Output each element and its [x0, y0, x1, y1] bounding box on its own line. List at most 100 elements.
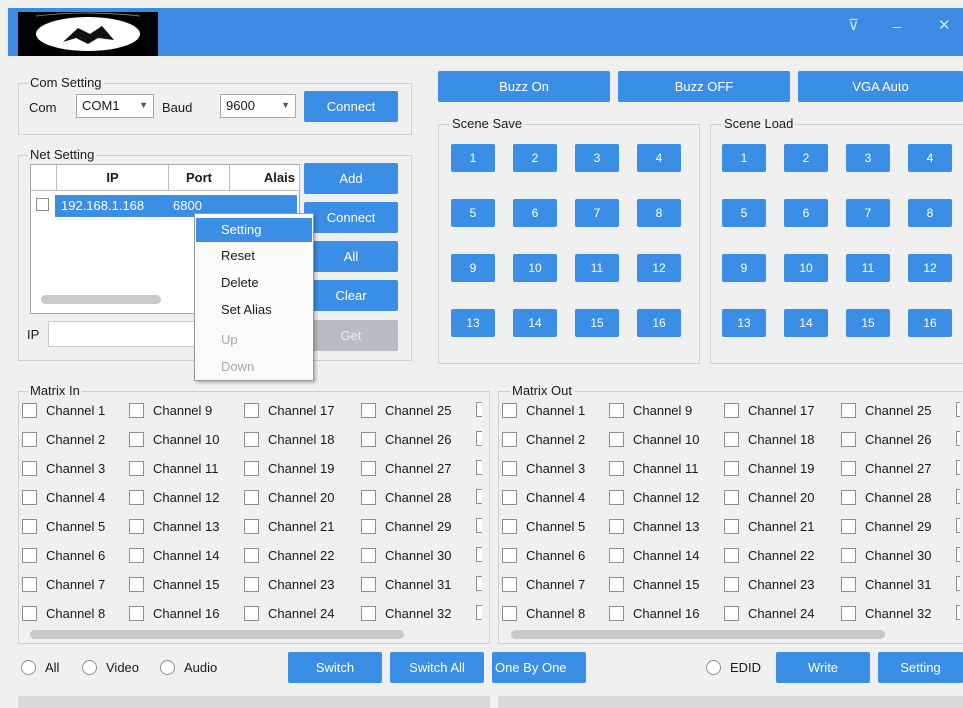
matrix-out-scrollbar[interactable]: [511, 630, 885, 639]
checkbox[interactable]: [476, 605, 482, 620]
checkbox[interactable]: [956, 547, 960, 562]
radio-all[interactable]: [21, 660, 36, 675]
checkbox[interactable]: [841, 518, 856, 534]
checkbox[interactable]: [502, 547, 517, 563]
checkbox[interactable]: [724, 460, 739, 476]
scene-save-button-11[interactable]: 11: [575, 254, 619, 282]
radio-video[interactable]: [82, 660, 97, 675]
matrix-out-channel-21[interactable]: Channel 21: [724, 515, 815, 537]
checkbox[interactable]: [476, 402, 482, 417]
matrix-in-channel-18[interactable]: Channel 18: [244, 428, 335, 450]
checkbox[interactable]: [502, 605, 517, 621]
checkbox[interactable]: [361, 605, 376, 621]
scene-load-button-8[interactable]: 8: [908, 199, 952, 227]
matrix-out-channel-32[interactable]: Channel 32: [841, 602, 932, 624]
add-button[interactable]: Add: [304, 163, 398, 194]
matrix-out-channel-2[interactable]: Channel 2: [502, 428, 585, 450]
checkbox[interactable]: [361, 518, 376, 534]
checkbox[interactable]: [22, 518, 37, 534]
checkbox[interactable]: [724, 576, 739, 592]
scene-load-button-11[interactable]: 11: [846, 254, 890, 282]
vga-auto-button[interactable]: VGA Auto: [798, 71, 963, 102]
one-by-one-button[interactable]: One By One: [492, 652, 586, 683]
checkbox[interactable]: [361, 431, 376, 447]
checkbox[interactable]: [502, 576, 517, 592]
scene-load-button-2[interactable]: 2: [784, 144, 828, 172]
matrix-in-channel-26[interactable]: Channel 26: [361, 428, 452, 450]
scene-load-button-1[interactable]: 1: [722, 144, 766, 172]
matrix-in-channel-27[interactable]: Channel 27: [361, 457, 452, 479]
matrix-in-channel-24[interactable]: Channel 24: [244, 602, 335, 624]
checkbox[interactable]: [129, 576, 144, 592]
checkbox[interactable]: [22, 431, 37, 447]
matrix-in-scrollbar[interactable]: [30, 630, 404, 639]
scene-save-button-1[interactable]: 1: [451, 144, 495, 172]
scene-save-button-10[interactable]: 10: [513, 254, 557, 282]
checkbox[interactable]: [841, 402, 856, 418]
checkbox[interactable]: [244, 402, 259, 418]
matrix-in-channel-22[interactable]: Channel 22: [244, 544, 335, 566]
get-button[interactable]: Get: [304, 320, 398, 351]
scene-save-button-4[interactable]: 4: [637, 144, 681, 172]
checkbox[interactable]: [22, 547, 37, 563]
scene-load-button-15[interactable]: 15: [846, 309, 890, 337]
menu-item-reset[interactable]: Reset: [196, 244, 312, 268]
menu-item-delete[interactable]: Delete: [196, 271, 312, 295]
scene-save-button-15[interactable]: 15: [575, 309, 619, 337]
matrix-out-channel-10[interactable]: Channel 10: [609, 428, 700, 450]
matrix-out-channel-15[interactable]: Channel 15: [609, 573, 700, 595]
matrix-in-channel-28[interactable]: Channel 28: [361, 486, 452, 508]
scene-load-button-14[interactable]: 14: [784, 309, 828, 337]
checkbox[interactable]: [724, 518, 739, 534]
baud-select[interactable]: 9600 ▼: [220, 94, 296, 118]
scene-load-button-9[interactable]: 9: [722, 254, 766, 282]
radio-audio[interactable]: [160, 660, 175, 675]
matrix-out-channel-13[interactable]: Channel 13: [609, 515, 700, 537]
matrix-in-channel-25[interactable]: Channel 25: [361, 399, 452, 421]
checkbox[interactable]: [129, 431, 144, 447]
checkbox[interactable]: [244, 547, 259, 563]
matrix-in-channel-21[interactable]: Channel 21: [244, 515, 335, 537]
checkbox[interactable]: [724, 431, 739, 447]
matrix-in-channel-14[interactable]: Channel 14: [129, 544, 220, 566]
checkbox[interactable]: [841, 489, 856, 505]
checkbox[interactable]: [609, 576, 624, 592]
row-checkbox[interactable]: [36, 198, 49, 211]
checkbox[interactable]: [724, 605, 739, 621]
matrix-in-channel-16[interactable]: Channel 16: [129, 602, 220, 624]
matrix-in-channel-30[interactable]: Channel 30: [361, 544, 452, 566]
menu-item-up[interactable]: Up: [196, 328, 312, 352]
scene-save-button-2[interactable]: 2: [513, 144, 557, 172]
checkbox[interactable]: [22, 460, 37, 476]
matrix-in-channel-6[interactable]: Channel 6: [22, 544, 105, 566]
checkbox[interactable]: [609, 489, 624, 505]
matrix-out-channel-4[interactable]: Channel 4: [502, 486, 585, 508]
checkbox[interactable]: [502, 402, 517, 418]
checkbox[interactable]: [244, 460, 259, 476]
checkbox[interactable]: [841, 576, 856, 592]
matrix-out-channel-6[interactable]: Channel 6: [502, 544, 585, 566]
scene-save-button-13[interactable]: 13: [451, 309, 495, 337]
matrix-out-channel-1[interactable]: Channel 1: [502, 399, 585, 421]
table-cell-ip[interactable]: 192.168.1.168: [55, 195, 169, 217]
matrix-out-channel-7[interactable]: Channel 7: [502, 573, 585, 595]
checkbox[interactable]: [361, 402, 376, 418]
checkbox[interactable]: [956, 518, 960, 533]
checkbox[interactable]: [609, 402, 624, 418]
scene-load-button-4[interactable]: 4: [908, 144, 952, 172]
checkbox[interactable]: [22, 576, 37, 592]
checkbox[interactable]: [841, 431, 856, 447]
scene-save-button-3[interactable]: 3: [575, 144, 619, 172]
checkbox[interactable]: [129, 460, 144, 476]
checkbox[interactable]: [956, 576, 960, 591]
checkbox[interactable]: [361, 489, 376, 505]
checkbox[interactable]: [841, 547, 856, 563]
checkbox[interactable]: [724, 489, 739, 505]
checkbox[interactable]: [956, 460, 960, 475]
matrix-out-channel-8[interactable]: Channel 8: [502, 602, 585, 624]
matrix-out-channel-14[interactable]: Channel 14: [609, 544, 700, 566]
matrix-out-channel-25[interactable]: Channel 25: [841, 399, 932, 421]
scene-load-button-7[interactable]: 7: [846, 199, 890, 227]
checkbox[interactable]: [502, 489, 517, 505]
checkbox[interactable]: [956, 489, 960, 504]
